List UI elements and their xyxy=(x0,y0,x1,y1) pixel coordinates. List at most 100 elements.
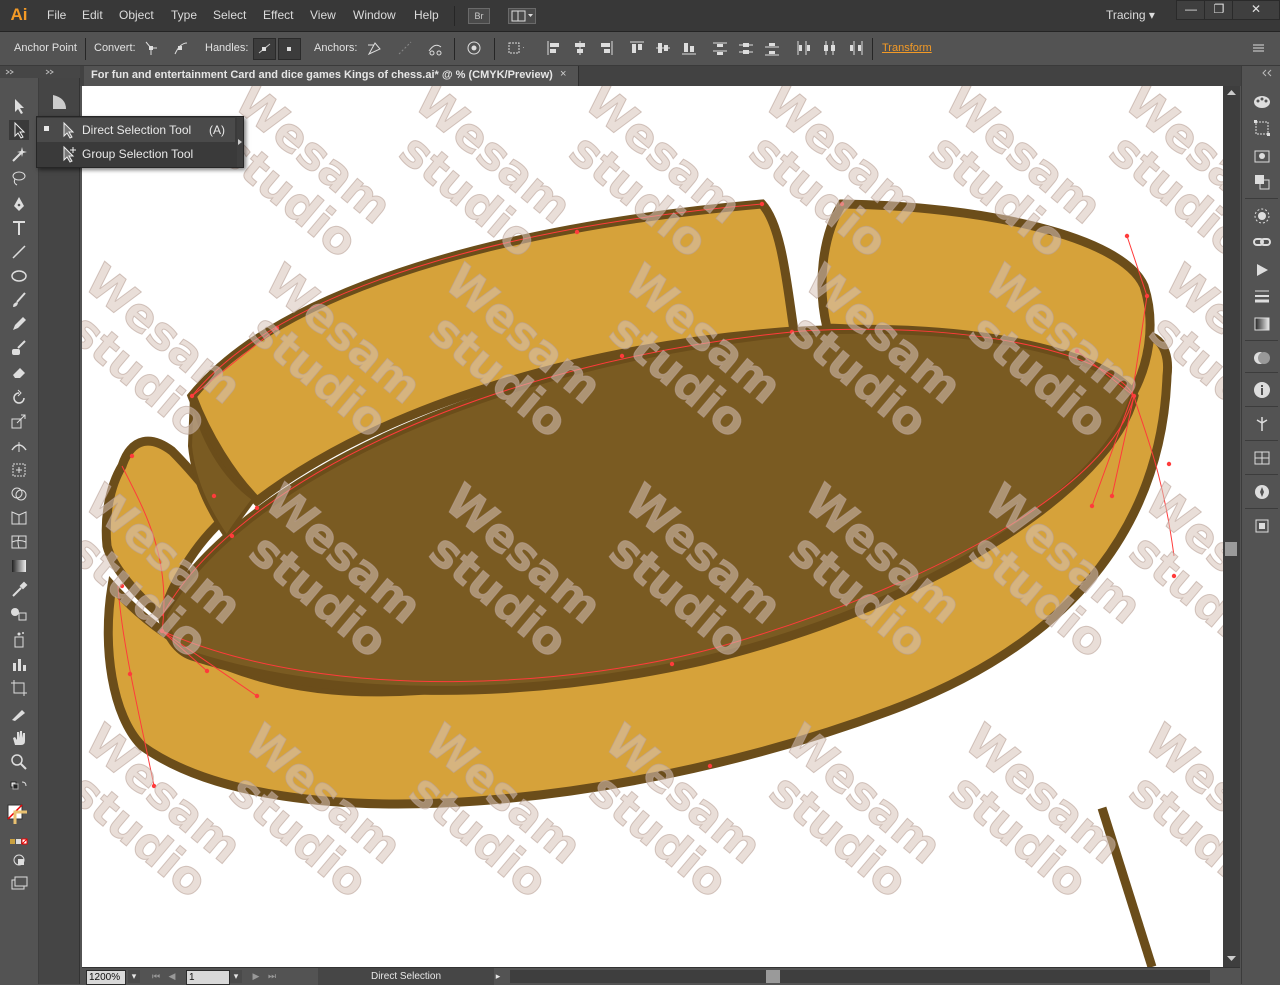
align-panel-button[interactable] xyxy=(1252,448,1272,468)
menu-effect[interactable]: Effect xyxy=(263,8,293,22)
blend-tool[interactable] xyxy=(9,604,29,624)
pen-tool[interactable] xyxy=(9,194,29,214)
distribute-bottom-icon[interactable] xyxy=(763,39,781,57)
info-panel-button[interactable] xyxy=(1252,380,1272,400)
zoom-field[interactable]: 1200% xyxy=(86,970,126,985)
links-panel-button[interactable] xyxy=(1252,232,1272,252)
align-bottom-icon[interactable] xyxy=(680,39,698,57)
align-center-icon[interactable] xyxy=(571,39,589,57)
slice-tool[interactable] xyxy=(9,704,29,724)
perspective-grid-tool[interactable] xyxy=(9,508,29,528)
document-tab[interactable]: For fun and entertainment Card and dice … xyxy=(84,66,579,86)
gradient-tool[interactable] xyxy=(9,556,29,576)
lasso-tool[interactable] xyxy=(9,168,29,188)
remove-anchor-icon[interactable] xyxy=(365,39,383,57)
vertical-scrollbar[interactable] xyxy=(1223,86,1240,967)
tab-close-button[interactable]: × xyxy=(560,68,566,80)
convert-to-smooth-icon[interactable] xyxy=(172,39,190,57)
paintbrush-tool[interactable] xyxy=(9,290,29,310)
transform-panel-button[interactable] xyxy=(1252,118,1272,138)
arrange-documents-button[interactable] xyxy=(508,8,536,24)
scroll-down-icon[interactable] xyxy=(1223,953,1240,965)
expand-panels-icon[interactable] xyxy=(1242,68,1280,78)
artboard-dropdown[interactable]: ▾ xyxy=(230,970,242,983)
draw-mode-button[interactable] xyxy=(9,850,29,870)
mesh-tool[interactable] xyxy=(9,532,29,552)
bridge-button[interactable]: Br xyxy=(468,8,490,24)
pathfinder-panel-button[interactable] xyxy=(1252,172,1272,192)
puppet-panel-button[interactable] xyxy=(1252,414,1272,434)
menu-select[interactable]: Select xyxy=(213,8,246,22)
isolate-icon[interactable] xyxy=(465,39,483,57)
align-to-icon[interactable] xyxy=(506,39,530,57)
width-tool[interactable] xyxy=(9,436,29,456)
menu-window[interactable]: Window xyxy=(353,8,396,22)
stroke-panel-button[interactable] xyxy=(1252,286,1272,306)
connect-anchors-icon[interactable] xyxy=(396,39,414,57)
menu-edit[interactable]: Edit xyxy=(82,8,103,22)
horizontal-scroll-thumb[interactable] xyxy=(766,970,780,983)
artboards-panel-button[interactable] xyxy=(1252,516,1272,536)
pencil-tool[interactable] xyxy=(9,314,29,334)
image-trace-panel-button[interactable] xyxy=(1252,146,1272,166)
scroll-up-icon[interactable] xyxy=(1223,86,1240,98)
convert-to-corner-icon[interactable] xyxy=(142,39,160,57)
zoom-dropdown[interactable]: ▾ xyxy=(128,970,140,983)
menu-file[interactable]: File xyxy=(47,8,66,22)
align-left-icon[interactable] xyxy=(545,39,563,57)
symbol-sprayer-tool[interactable] xyxy=(9,630,29,650)
panel-menu-icon[interactable] xyxy=(1250,39,1268,57)
distribute-top-icon[interactable] xyxy=(711,39,729,57)
distribute-right-icon[interactable] xyxy=(846,39,864,57)
selection-tool[interactable] xyxy=(9,96,29,116)
actions-panel-button[interactable] xyxy=(1252,260,1272,280)
gradient-panel-button[interactable] xyxy=(1252,314,1272,334)
first-artboard-button[interactable]: ⏮ xyxy=(150,970,162,983)
transparency-panel-button[interactable] xyxy=(1252,348,1272,368)
type-tool[interactable] xyxy=(9,218,29,238)
align-middle-icon[interactable] xyxy=(654,39,672,57)
previous-artboard-button[interactable]: ◀ xyxy=(166,970,178,983)
color-guide-panel-button[interactable] xyxy=(1252,92,1272,112)
blob-brush-tool[interactable] xyxy=(9,338,29,358)
menu-object[interactable]: Object xyxy=(119,8,154,22)
zoom-tool[interactable] xyxy=(9,752,29,772)
magic-wand-tool[interactable] xyxy=(9,144,29,164)
vertical-scroll-thumb[interactable] xyxy=(1225,542,1237,556)
close-button[interactable]: ✕ xyxy=(1232,0,1280,20)
line-segment-tool[interactable] xyxy=(9,242,29,262)
show-handles-button[interactable] xyxy=(253,38,276,60)
rotate-tool[interactable] xyxy=(9,388,29,408)
eraser-tool[interactable] xyxy=(9,362,29,382)
flyout-item-group-selection[interactable]: Group Selection Tool xyxy=(37,142,235,166)
last-artboard-button[interactable]: ⏭ xyxy=(266,970,278,983)
navigator-panel-button[interactable] xyxy=(1252,482,1272,502)
align-top-icon[interactable] xyxy=(628,39,646,57)
transform-link[interactable]: Transform xyxy=(882,42,932,54)
direct-selection-tool[interactable] xyxy=(9,120,29,140)
artboard-tool[interactable] xyxy=(9,678,29,698)
shape-builder-tool[interactable] xyxy=(9,484,29,504)
free-transform-tool[interactable] xyxy=(9,460,29,480)
restore-button[interactable]: ❐ xyxy=(1204,0,1234,20)
shaper-panel-button[interactable] xyxy=(49,92,69,112)
screen-mode-button[interactable] xyxy=(9,874,29,894)
flyout-item-direct-selection[interactable]: Direct Selection Tool (A) xyxy=(37,118,235,142)
workspace-switcher[interactable]: Tracing ▾ xyxy=(1106,8,1155,22)
tearoff-strip[interactable] xyxy=(237,117,243,167)
eyedropper-tool[interactable] xyxy=(9,580,29,600)
appearance-panel-button[interactable] xyxy=(1252,206,1272,226)
distribute-left-icon[interactable] xyxy=(794,39,812,57)
next-artboard-button[interactable]: ▶ xyxy=(250,970,262,983)
menu-view[interactable]: View xyxy=(310,8,336,22)
distribute-center-icon[interactable] xyxy=(820,39,838,57)
hand-tool[interactable] xyxy=(9,728,29,748)
menu-type[interactable]: Type xyxy=(171,8,197,22)
column-graph-tool[interactable] xyxy=(9,654,29,674)
artboard-number-field[interactable]: 1 xyxy=(186,970,230,985)
ellipse-tool[interactable] xyxy=(9,266,29,286)
default-colors-swap[interactable] xyxy=(9,778,29,798)
horizontal-scrollbar[interactable] xyxy=(510,970,1210,983)
cut-path-icon[interactable] xyxy=(426,39,444,57)
artboard-canvas[interactable]: Wesam studio Wesam studio Wesam studio Wesa… xyxy=(82,86,1223,967)
